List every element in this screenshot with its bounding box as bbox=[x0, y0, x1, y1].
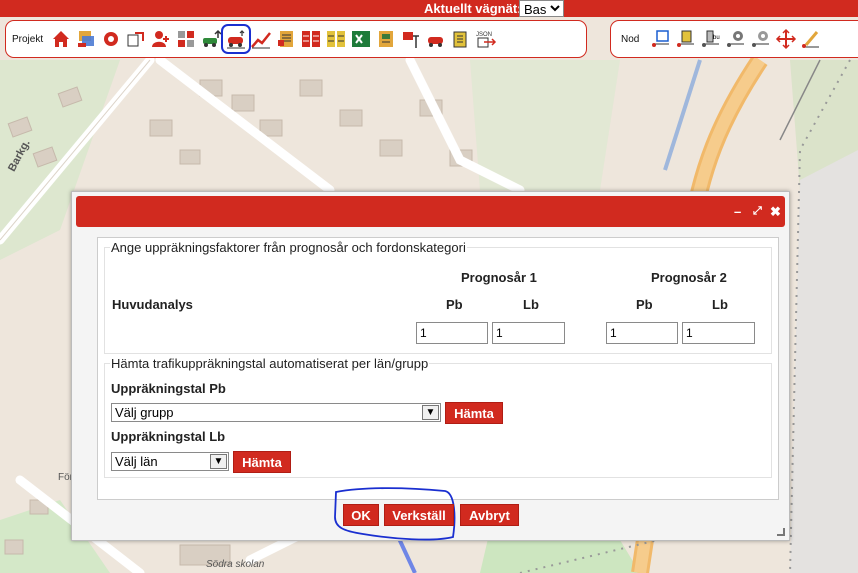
dialog-panel: Ange uppräkningsfaktorer från prognosår … bbox=[97, 237, 779, 500]
grid-settings-icon[interactable] bbox=[175, 28, 197, 50]
network-label: Aktuellt vägnät: bbox=[424, 1, 522, 16]
report-icon[interactable] bbox=[375, 28, 397, 50]
county-select[interactable]: Välj län ▼ bbox=[111, 452, 229, 471]
map-label-sodra-skolan: Södra skolan bbox=[206, 559, 265, 570]
prognosar2-heading: Prognosår 2 bbox=[651, 270, 727, 285]
lb-column-label-1: Lb bbox=[523, 297, 539, 312]
fetch-pb-button[interactable]: Hämta bbox=[445, 402, 503, 424]
pb-year2-input[interactable] bbox=[606, 322, 678, 344]
node-pencil-icon[interactable] bbox=[800, 28, 822, 50]
prognosar1-heading: Prognosår 1 bbox=[461, 270, 537, 285]
traffic-forecast-dialog: – ⤢ ✖ Ange uppräkningsfaktorer från prog… bbox=[71, 191, 790, 541]
pb-column-label-1: Pb bbox=[446, 297, 463, 312]
layers-icon[interactable] bbox=[75, 28, 97, 50]
node-doc-icon[interactable] bbox=[675, 28, 697, 50]
uppr-pb-label: Uppräkningstal Pb bbox=[111, 381, 226, 396]
auto-fetch-legend: Hämta trafikuppräkningstal automatiserat… bbox=[110, 356, 430, 371]
group-select[interactable]: Välj grupp ▼ bbox=[111, 403, 441, 422]
node-gear2-icon[interactable] bbox=[750, 28, 772, 50]
close-icon[interactable]: ✖ bbox=[770, 204, 781, 220]
huvudanalys-label: Huvudanalys bbox=[112, 297, 193, 312]
clipboard-icon[interactable] bbox=[450, 28, 472, 50]
node-move-icon[interactable] bbox=[775, 28, 797, 50]
maximize-icon[interactable]: ⤢ bbox=[753, 205, 762, 218]
minimize-icon[interactable]: – bbox=[734, 204, 741, 219]
node-edit-icon[interactable] bbox=[400, 28, 422, 50]
uppr-lb-label: Uppräkningstal Lb bbox=[111, 429, 226, 444]
toolbar-label-projekt: Projekt bbox=[12, 33, 44, 45]
pb-year1-input[interactable] bbox=[416, 322, 488, 344]
json-export-icon[interactable]: JSON bbox=[475, 28, 497, 50]
car-upload-icon[interactable] bbox=[200, 28, 222, 50]
node-label-icon[interactable]: bu bbox=[700, 28, 722, 50]
table-yellow-icon[interactable] bbox=[325, 28, 347, 50]
document-list-icon[interactable] bbox=[275, 28, 297, 50]
resize-handle[interactable] bbox=[777, 528, 785, 536]
fetch-lb-button[interactable]: Hämta bbox=[233, 451, 291, 473]
add-user-icon[interactable] bbox=[150, 28, 172, 50]
export-icon[interactable] bbox=[125, 28, 147, 50]
node-gear-icon[interactable] bbox=[725, 28, 747, 50]
cancel-button[interactable]: Avbryt bbox=[460, 504, 519, 526]
lb-column-label-2: Lb bbox=[712, 297, 728, 312]
car-settings-icon[interactable] bbox=[425, 28, 447, 50]
forecast-factors-legend: Ange uppräkningsfaktorer från prognosår … bbox=[110, 240, 467, 255]
svg-text:bu: bu bbox=[713, 35, 720, 41]
dialog-titlebar[interactable]: – ⤢ ✖ bbox=[76, 196, 785, 227]
pb-column-label-2: Pb bbox=[636, 297, 653, 312]
chevron-down-icon: ▼ bbox=[422, 405, 439, 420]
ok-button[interactable]: OK bbox=[343, 504, 379, 526]
network-select[interactable]: Bas bbox=[519, 0, 564, 17]
lb-year1-input[interactable] bbox=[492, 322, 565, 344]
toolbar-label-nod: Nod bbox=[621, 33, 640, 45]
project-toolbar: Projekt JSON bbox=[5, 20, 587, 58]
node-toolbar: Nod bu bbox=[610, 20, 858, 58]
svg-text:JSON: JSON bbox=[476, 32, 492, 38]
chevron-down-icon: ▼ bbox=[210, 454, 227, 469]
county-select-value: Välj län bbox=[115, 454, 158, 469]
home-icon[interactable] bbox=[50, 28, 72, 50]
network-bar: Aktuellt vägnät: Bas bbox=[0, 0, 858, 17]
excel-icon[interactable] bbox=[350, 28, 372, 50]
apply-button[interactable]: Verkställ bbox=[384, 504, 454, 526]
lb-year2-input[interactable] bbox=[682, 322, 755, 344]
group-select-value: Välj grupp bbox=[115, 405, 174, 420]
settings-gear-icon[interactable] bbox=[100, 28, 122, 50]
traffic-forecast-car-icon[interactable] bbox=[221, 24, 252, 54]
table-red-icon[interactable] bbox=[300, 28, 322, 50]
node-select-icon[interactable] bbox=[650, 28, 672, 50]
trend-chart-icon[interactable] bbox=[250, 28, 272, 50]
